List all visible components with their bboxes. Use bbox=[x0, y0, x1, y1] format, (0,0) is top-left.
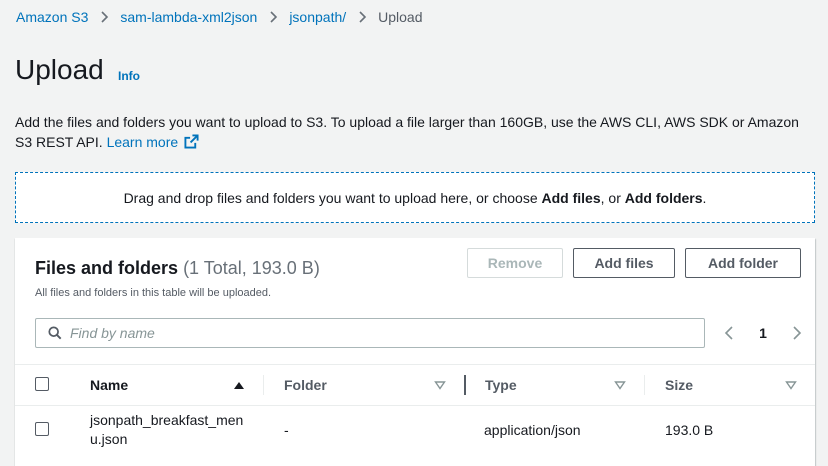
page-title: Upload bbox=[15, 54, 104, 85]
chevron-right-icon[interactable] bbox=[791, 326, 803, 340]
breadcrumb-bucket[interactable]: sam-lambda-xml2json bbox=[120, 9, 257, 25]
pagination: 1 bbox=[723, 323, 803, 343]
dropzone-text: Drag and drop files and folders you want… bbox=[124, 190, 707, 206]
chevron-right-icon bbox=[358, 11, 368, 23]
file-size: 193.0 B bbox=[665, 422, 714, 438]
column-header-type[interactable]: Type bbox=[485, 365, 517, 405]
files-and-folders-panel: Files and folders (1 Total, 193.0 B) All… bbox=[15, 238, 815, 466]
chevron-left-icon[interactable] bbox=[723, 326, 735, 340]
column-header-size[interactable]: Size bbox=[665, 365, 693, 405]
dropzone-add-files: Add files bbox=[541, 189, 601, 206]
table-header: Name Folder Type Size bbox=[15, 364, 815, 406]
search-icon bbox=[48, 326, 62, 340]
dropzone-middle: , or bbox=[600, 189, 625, 206]
search-input[interactable] bbox=[70, 325, 670, 341]
search-box bbox=[35, 318, 705, 348]
select-all-checkbox[interactable] bbox=[35, 377, 49, 391]
file-folder: - bbox=[284, 422, 289, 438]
column-header-name[interactable]: Name bbox=[90, 365, 128, 405]
info-link[interactable]: Info bbox=[118, 69, 140, 83]
panel-title-text: Files and folders bbox=[35, 258, 179, 278]
column-divider bbox=[263, 375, 264, 395]
external-link-icon bbox=[184, 134, 199, 149]
column-header-folder[interactable]: Folder bbox=[284, 365, 327, 405]
dropzone-suffix: . bbox=[702, 189, 707, 206]
panel-count: (1 Total, 193.0 B) bbox=[183, 258, 320, 278]
column-resize-handle[interactable] bbox=[464, 375, 466, 395]
upload-dropzone[interactable]: Drag and drop files and folders you want… bbox=[15, 172, 815, 223]
sort-descending-icon[interactable] bbox=[614, 379, 626, 391]
page-description: Add the files and folders you want to up… bbox=[15, 112, 815, 152]
panel-subtitle: All files and folders in this table will… bbox=[35, 287, 272, 299]
breadcrumb-current: Upload bbox=[378, 9, 423, 25]
breadcrumb: Amazon S3 sam-lambda-xml2json jsonpath/ … bbox=[16, 8, 423, 26]
page-number[interactable]: 1 bbox=[759, 325, 767, 341]
learn-more-link[interactable]: Learn more bbox=[107, 134, 200, 150]
file-name: jsonpath_breakfast_menu.json bbox=[90, 412, 244, 447]
panel-title: Files and folders (1 Total, 193.0 B) bbox=[35, 258, 320, 279]
sort-descending-icon[interactable] bbox=[434, 379, 446, 391]
sort-descending-icon[interactable] bbox=[785, 379, 797, 391]
add-folder-button[interactable]: Add folder bbox=[685, 248, 801, 278]
column-divider bbox=[644, 375, 645, 395]
dropzone-add-folders: Add folders bbox=[624, 189, 703, 206]
remove-button[interactable]: Remove bbox=[467, 248, 563, 278]
breadcrumb-folder[interactable]: jsonpath/ bbox=[289, 9, 346, 25]
dropzone-prefix: Drag and drop files and folders you want… bbox=[123, 189, 542, 206]
add-files-button[interactable]: Add files bbox=[573, 248, 675, 278]
sort-ascending-icon[interactable] bbox=[233, 379, 245, 391]
table-row: jsonpath_breakfast_menu.json - applicati… bbox=[15, 406, 815, 454]
chevron-right-icon bbox=[269, 11, 279, 23]
file-type: application/json bbox=[484, 422, 581, 438]
chevron-right-icon bbox=[100, 11, 110, 23]
row-checkbox[interactable] bbox=[35, 422, 49, 436]
learn-more-label: Learn more bbox=[106, 134, 179, 150]
breadcrumb-amazon-s3[interactable]: Amazon S3 bbox=[16, 9, 88, 25]
